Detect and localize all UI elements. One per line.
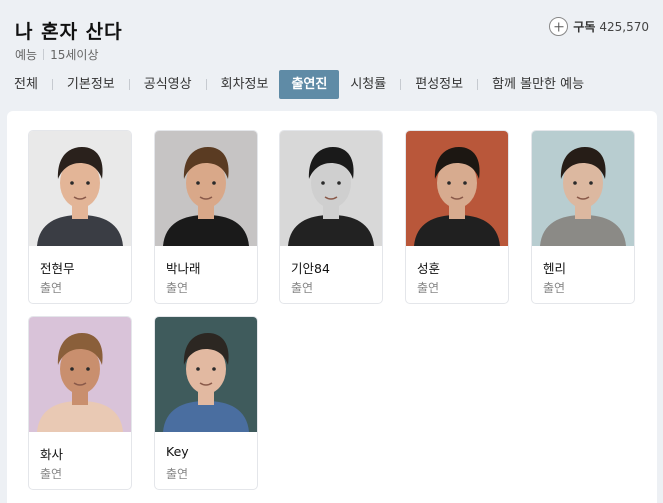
cast-role: 출연 — [543, 281, 566, 295]
portrait-image — [155, 131, 257, 246]
subscriber-count: 425,570 — [599, 19, 649, 34]
cast-photo[interactable] — [406, 131, 508, 246]
program-rating: 15세이상 — [50, 48, 99, 62]
tab-divider — [51, 79, 53, 90]
cast-role: 출연 — [166, 467, 189, 481]
portrait-image — [406, 131, 508, 246]
portrait-image — [532, 131, 634, 246]
cast-photo[interactable] — [532, 131, 634, 246]
subscribe-button[interactable]: 구독 425,570 — [549, 17, 649, 36]
program-header: 나 혼자 산다 예능 15세이상 구독 425,570 전체 기본정보 공식영상 회차… — [0, 0, 663, 110]
program-genre[interactable]: 예능 — [15, 46, 37, 63]
tab-1[interactable]: 기본정보 — [60, 70, 122, 99]
portrait-image — [29, 317, 131, 432]
tab-4[interactable]: 출연진 — [279, 70, 340, 99]
cast-role: 출연 — [417, 281, 440, 295]
cast-name[interactable]: Key — [166, 444, 189, 459]
cast-photo[interactable] — [29, 317, 131, 432]
cast-card[interactable]: 성훈출연 — [405, 130, 509, 304]
tab-divider — [128, 79, 130, 90]
tab-5[interactable]: 시청률 — [343, 70, 393, 99]
cast-photo[interactable] — [155, 317, 257, 432]
cast-card[interactable]: 기안84 출연 — [279, 130, 383, 304]
cast-role: 출연 — [166, 281, 189, 295]
program-meta: 예능 15세이상 — [15, 46, 98, 63]
cast-name[interactable]: 헨리 — [543, 258, 566, 277]
cast-card[interactable]: 헨리출연 — [531, 130, 635, 304]
cast-name[interactable]: 성훈 — [417, 258, 440, 277]
cast-role: 출연 — [291, 281, 314, 295]
tab-6[interactable]: 편성정보 — [408, 70, 470, 99]
portrait-image — [29, 131, 131, 246]
cast-name[interactable]: 전현무 — [40, 258, 75, 277]
cast-role: 출연 — [40, 467, 63, 481]
cast-panel: 전현무 출연 박나래 출연 기안84 출연 성훈 출연 헨리 출연 화사 출연 Key 출연 — [7, 111, 657, 503]
portrait-image — [155, 317, 257, 432]
cast-name[interactable]: 기안84 — [291, 258, 330, 277]
tab-divider — [400, 79, 402, 90]
cast-card[interactable]: 화사출연 — [28, 316, 132, 490]
tab-3[interactable]: 회차정보 — [214, 70, 276, 99]
cast-photo[interactable] — [155, 131, 257, 246]
tab-bar: 전체 기본정보 공식영상 회차정보 출연진 시청률 편성정보 함께 볼만한 예능 — [0, 70, 591, 99]
portrait-image — [280, 131, 382, 246]
cast-name[interactable]: 화사 — [40, 444, 63, 463]
cast-card[interactable]: 박나래출연 — [154, 130, 258, 304]
plus-icon — [549, 17, 569, 36]
cast-card[interactable]: Key 출연 — [154, 316, 258, 490]
cast-photo[interactable] — [29, 131, 131, 246]
meta-divider — [43, 49, 45, 60]
tab-2[interactable]: 공식영상 — [137, 70, 199, 99]
cast-role: 출연 — [40, 281, 63, 295]
subscribe-label: 구독 — [573, 20, 596, 34]
cast-card[interactable]: 전현무출연 — [28, 130, 132, 304]
tab-0[interactable]: 전체 — [0, 70, 45, 99]
tab-divider — [205, 79, 207, 90]
cast-name[interactable]: 박나래 — [166, 258, 201, 277]
tab-7[interactable]: 함께 볼만한 예능 — [485, 70, 591, 99]
cast-photo[interactable] — [280, 131, 382, 246]
program-title[interactable]: 나 혼자 산다 — [15, 17, 123, 44]
tab-divider — [477, 79, 479, 90]
